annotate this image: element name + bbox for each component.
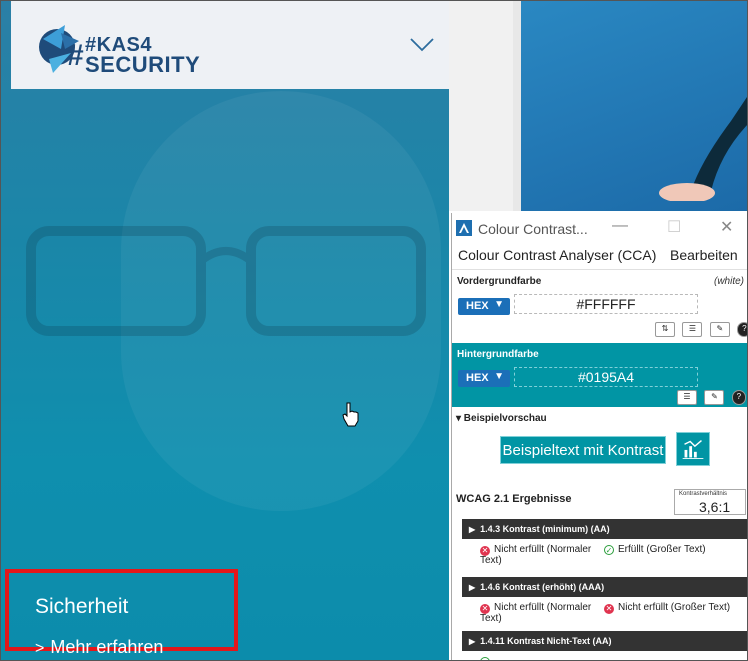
- hero-title: Sicherheit: [35, 595, 129, 618]
- expand-triangle-icon: ▶: [469, 637, 476, 646]
- hand-cursor-icon: [342, 402, 359, 427]
- result-text: Erfüllt (Großer Text): [618, 544, 706, 555]
- svg-text:#: #: [67, 39, 84, 72]
- foreground-label: Vordergrundfarbe: [457, 276, 542, 287]
- foreground-color-name: (white): [714, 276, 745, 287]
- menu-chevron-down-icon[interactable]: [409, 37, 435, 53]
- sliders-icon[interactable]: ☰: [682, 322, 703, 337]
- logo-line-2: SECURITY: [85, 52, 201, 77]
- expand-triangle-icon: ▶: [469, 525, 476, 534]
- background-tools: ☰ ✎ ?: [674, 390, 746, 405]
- page-gutter: [449, 1, 513, 211]
- criterion-1-4-3-header[interactable]: ▶ 1.4.3 Kontrast (minimum) (AA): [462, 519, 747, 539]
- help-icon[interactable]: ?: [737, 322, 747, 337]
- close-button[interactable]: ✕: [720, 217, 733, 237]
- site-logo-text[interactable]: #KAS4 SECURITY: [85, 35, 201, 77]
- background-format-dropdown[interactable]: HEX ▼: [458, 370, 510, 387]
- eyedropper-icon[interactable]: ✎: [704, 390, 725, 405]
- cca-window: Colour Contrast... — ☐ ✕ Colour Contrast…: [451, 213, 747, 660]
- menu-app[interactable]: Colour Contrast Analyser (CCA): [458, 247, 656, 263]
- more-info-link[interactable]: > Mehr erfahren: [35, 637, 163, 658]
- sliders-icon[interactable]: ☰: [677, 390, 697, 405]
- glasses-background-image: [26, 226, 426, 336]
- cca-window-title: Colour Contrast...: [478, 221, 588, 237]
- criterion-1-4-6-normal-result: ✕ Nicht erfüllt (Normaler Text): [480, 603, 600, 624]
- criterion-1-4-11-result: ✓: [480, 657, 494, 660]
- result-text: Nicht erfüllt (Normaler Text): [480, 602, 592, 624]
- criterion-1-4-3-normal-result: ✕ Nicht erfüllt (Normaler Text): [480, 545, 600, 566]
- criterion-1-4-11-header[interactable]: ▶ 1.4.11 Kontrast Nicht-Text (AA): [462, 631, 747, 651]
- minimize-button[interactable]: —: [612, 217, 628, 235]
- eyedropper-icon[interactable]: ✎: [709, 322, 730, 337]
- help-icon[interactable]: ?: [731, 390, 746, 405]
- criterion-1-4-6-header[interactable]: ▶ 1.4.6 Kontrast (erhöht) (AAA): [462, 577, 747, 597]
- fail-icon: ✕: [604, 604, 614, 614]
- cca-titlebar[interactable]: Colour Contrast... — ☐ ✕: [452, 213, 747, 243]
- swap-colors-icon[interactable]: ⇅: [655, 322, 675, 337]
- screen-frame: # #KAS4 SECURITY Sicherheit > Mehr erfahr…: [0, 0, 748, 661]
- maximize-button[interactable]: ☐: [667, 217, 681, 237]
- pass-icon: ✓: [604, 545, 614, 555]
- pass-icon: ✓: [480, 657, 490, 660]
- criterion-title: 1.4.3 Kontrast (minimum) (AA): [480, 524, 610, 534]
- cca-app-icon: [456, 220, 472, 236]
- criterion-title: 1.4.11 Kontrast Nicht-Text (AA): [480, 636, 612, 646]
- foreground-format-dropdown[interactable]: HEX ▼: [458, 298, 510, 315]
- chevron-down-icon: ▼: [494, 371, 504, 382]
- criterion-1-4-6-large-result: ✕ Nicht erfüllt (Großer Text): [604, 602, 747, 614]
- foreground-format-value: HEX: [466, 300, 489, 312]
- result-text: Nicht erfüllt (Normaler Text): [480, 544, 592, 566]
- background-section: Hintergrundfarbe HEX ▼ #0195A4 ☰ ✎ ?: [452, 343, 747, 407]
- background-hex-input[interactable]: #0195A4: [514, 367, 698, 387]
- contrast-ratio-value: 3,6:1: [699, 499, 731, 515]
- right-hero-image: [521, 1, 747, 211]
- website-panel: # #KAS4 SECURITY Sicherheit > Mehr erfahr…: [1, 1, 449, 660]
- contrast-ratio-box: Kontrastverhältnis 3,6:1: [674, 489, 746, 515]
- menu-edit[interactable]: Bearbeiten: [670, 247, 738, 263]
- handheld-device-image: [659, 97, 747, 201]
- wcag-results-heading: WCAG 2.1 Ergebnisse: [456, 493, 572, 505]
- foreground-tools: ⇅ ☰ ✎ ?: [652, 322, 747, 337]
- expand-triangle-icon: ▶: [469, 583, 476, 592]
- cca-menubar: Colour Contrast Analyser (CCA) Bearbeite…: [452, 243, 747, 267]
- chevron-right-icon: >: [35, 640, 45, 657]
- chevron-down-icon: ▼: [494, 299, 504, 310]
- page-divider: [513, 1, 521, 211]
- preview-heading[interactable]: ▾ Beispielvorschau: [456, 413, 547, 424]
- more-info-link-label: Mehr erfahren: [50, 637, 164, 657]
- criterion-title: 1.4.6 Kontrast (erhöht) (AAA): [480, 582, 605, 592]
- background-format-value: HEX: [466, 372, 489, 384]
- preview-section: ▾ Beispielvorschau Beispieltext mit Kont…: [452, 408, 747, 488]
- preview-chart-icon[interactable]: [676, 432, 710, 466]
- contrast-ratio-label: Kontrastverhältnis: [679, 491, 728, 497]
- foreground-section: Vordergrundfarbe (white) HEX ▼ #FFFFFF ⇅…: [452, 269, 747, 348]
- preview-sample-text: Beispieltext mit Kontrast: [500, 436, 666, 464]
- site-header: # #KAS4 SECURITY: [11, 1, 449, 89]
- background-label: Hintergrundfarbe: [457, 349, 539, 360]
- foreground-hex-input[interactable]: #FFFFFF: [514, 294, 698, 314]
- result-text: Nicht erfüllt (Großer Text): [618, 602, 731, 613]
- criterion-1-4-3-large-result: ✓ Erfüllt (Großer Text): [604, 544, 747, 555]
